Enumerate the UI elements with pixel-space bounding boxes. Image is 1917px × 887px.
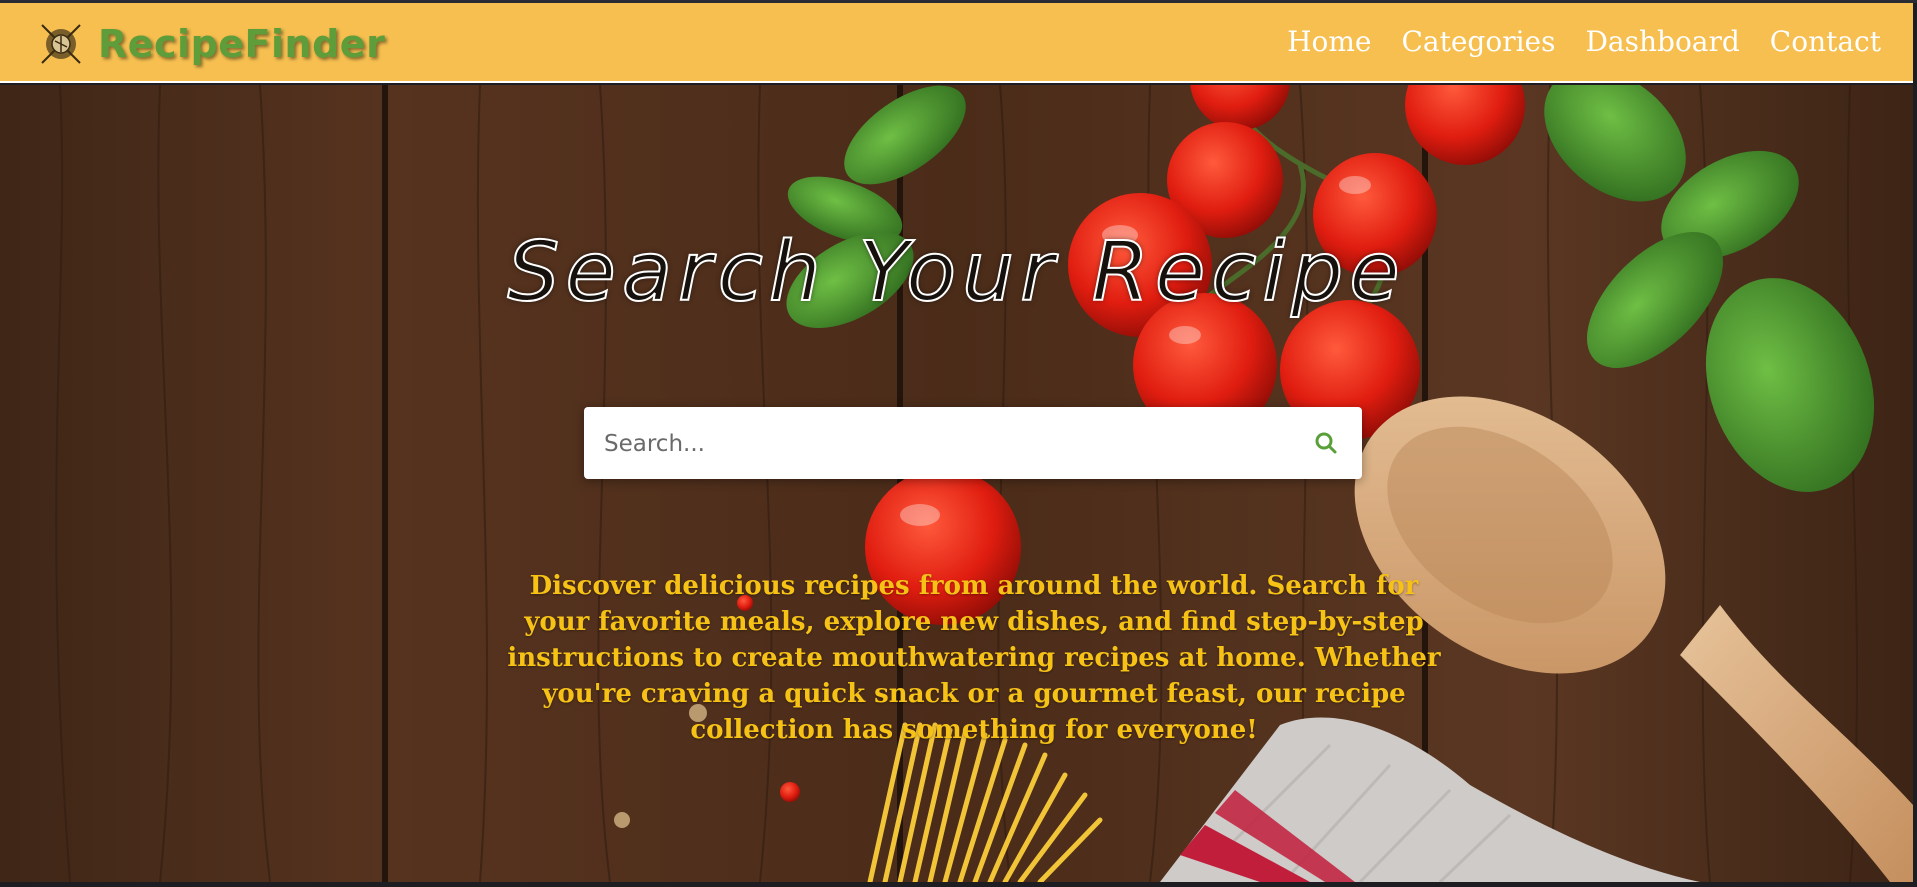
hero-section: Search Your Recipe Discover delicious re… — [0, 85, 1913, 882]
search-icon — [1315, 432, 1337, 454]
nav-link-dashboard[interactable]: Dashboard — [1585, 25, 1739, 58]
brand[interactable]: RecipeFinder — [36, 19, 385, 69]
navbar: RecipeFinder Home Categories Dashboard C… — [0, 3, 1913, 83]
nav-link-contact[interactable]: Contact — [1770, 25, 1881, 58]
nav-link-categories[interactable]: Categories — [1401, 25, 1555, 58]
hero-background-image — [0, 85, 1913, 882]
whisk-logo-icon — [41, 24, 81, 64]
brand-name[interactable]: RecipeFinder — [98, 22, 385, 66]
window-bottom-border — [0, 882, 1917, 887]
search-input[interactable] — [602, 421, 1266, 467]
nav-link-home[interactable]: Home — [1287, 25, 1371, 58]
hero-title: Search Your Recipe — [506, 224, 1406, 321]
search-button[interactable] — [1308, 425, 1344, 461]
search-bar — [584, 407, 1362, 479]
hero-description: Discover delicious recipes from around t… — [507, 571, 1441, 745]
nav-links: Home Categories Dashboard Contact — [1257, 25, 1881, 58]
